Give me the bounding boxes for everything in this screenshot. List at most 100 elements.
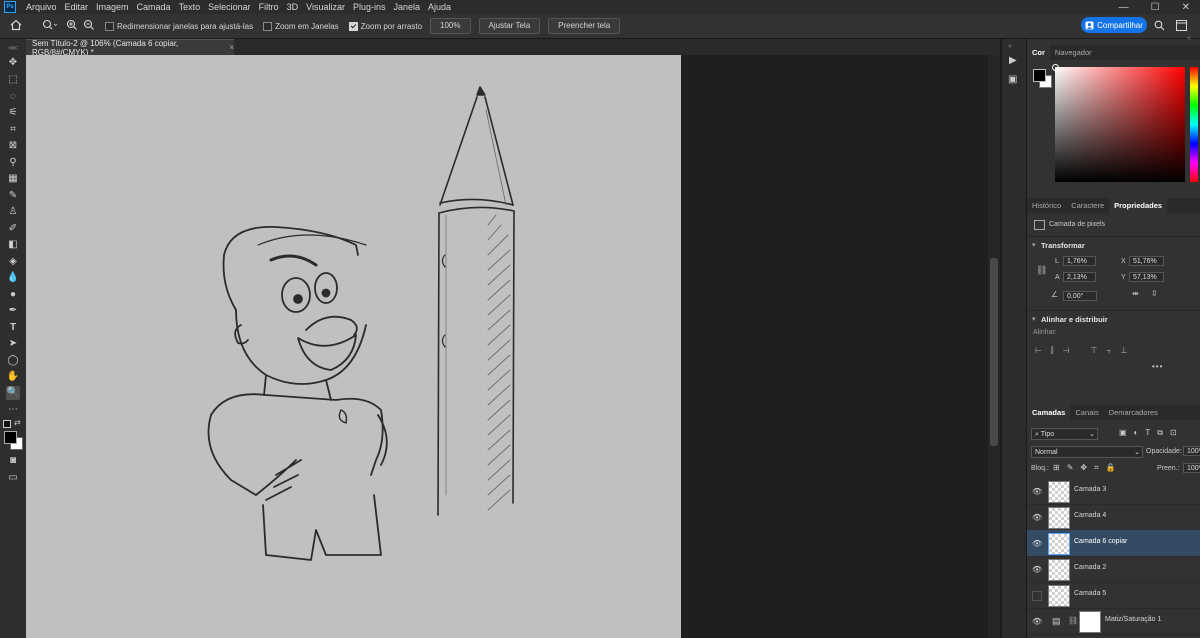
fill-screen-button[interactable]: Preencher tela	[548, 18, 621, 34]
menu-camada[interactable]: Camada	[133, 2, 175, 12]
visibility-eye-icon[interactable]: 👁	[1032, 617, 1042, 626]
document-canvas[interactable]	[26, 55, 681, 638]
document-tab[interactable]: Sem Título-2 @ 106% (Camada 6 copiar, RG…	[26, 39, 234, 57]
lock-image-icon[interactable]: ✎	[1067, 463, 1074, 473]
visibility-eye-icon[interactable]: 👁	[1032, 487, 1042, 496]
tab-character[interactable]: Caractere	[1066, 198, 1109, 213]
filter-type-icon[interactable]: T	[1145, 428, 1150, 438]
color-picker-handle[interactable]	[1052, 64, 1059, 71]
marquee-tool-icon[interactable]: ⬚	[6, 73, 20, 87]
zoom-100-button[interactable]: 100%	[430, 18, 471, 34]
layer-mask-thumbnail[interactable]	[1079, 611, 1101, 633]
filter-shape-icon[interactable]: ⧉	[1157, 428, 1163, 438]
foreground-color-chip[interactable]	[1033, 69, 1046, 82]
layer-row[interactable]: 👁 Camada 2	[1027, 556, 1200, 583]
visibility-eye-icon[interactable]: 👁	[1032, 565, 1042, 574]
lasso-tool-icon[interactable]: ◌	[6, 90, 20, 104]
comments-icon[interactable]: ▣	[1008, 74, 1017, 85]
height-field[interactable]: 2,13%	[1063, 272, 1096, 282]
layer-filter-select[interactable]: ⌕ Tipo ⌄	[1031, 428, 1098, 440]
blend-mode-select[interactable]: Normal ⌄	[1031, 446, 1143, 458]
layer-row[interactable]: 👁 Camada 4	[1027, 504, 1200, 531]
tab-color[interactable]: Cor	[1027, 45, 1050, 60]
fill-field[interactable]: 100%	[1183, 463, 1200, 473]
menu-editar[interactable]: Editar	[61, 2, 93, 12]
layer-row-selected[interactable]: 👁 Camada 6 copiar	[1027, 530, 1200, 557]
layer-row[interactable]: 👁 ▤ ⛓ Matiz/Saturação 1	[1027, 608, 1200, 635]
dodge-tool-icon[interactable]: ●	[6, 288, 20, 302]
paint-bucket-tool-icon[interactable]: ◈	[6, 255, 20, 269]
more-tools-icon[interactable]: ⋯	[6, 403, 20, 417]
maximize-button[interactable]: ☐	[1151, 2, 1160, 13]
clone-stamp-tool-icon[interactable]: ♙	[6, 205, 20, 219]
zoom-out-icon[interactable]	[83, 19, 95, 33]
layer-row[interactable]: Camada 5	[1027, 582, 1200, 609]
mask-link-icon[interactable]: ⛓	[1068, 616, 1078, 625]
screen-mode-icon[interactable]: ▭	[6, 471, 20, 485]
panel-collapse-icon[interactable]: «	[1187, 35, 1191, 42]
zoom-all-windows-checkbox[interactable]	[263, 21, 273, 31]
y-field[interactable]: 57,13%	[1129, 272, 1164, 282]
tab-history[interactable]: Histórico	[1027, 198, 1066, 213]
foreground-color-swatch[interactable]	[4, 431, 17, 444]
ellipse-tool-icon[interactable]: ◯	[6, 354, 20, 368]
hand-tool-icon[interactable]: ✋	[6, 370, 20, 384]
menu-janela[interactable]: Janela	[390, 2, 425, 12]
menu-arquivo[interactable]: Arquivo	[22, 2, 61, 12]
tab-properties[interactable]: Propriedades	[1109, 198, 1168, 213]
zoom-tool-icon[interactable]: 🔍	[6, 386, 20, 400]
share-button[interactable]: Compartilhar	[1081, 17, 1147, 33]
magic-wand-tool-icon[interactable]: ⚟	[6, 106, 20, 120]
history-brush-tool-icon[interactable]: ✐	[6, 222, 20, 236]
x-field[interactable]: 51,76%	[1129, 256, 1164, 266]
more-options-icon[interactable]: •••	[1152, 362, 1163, 371]
menu-ajuda[interactable]: Ajuda	[424, 2, 455, 12]
align-top-icon[interactable]: ⊤	[1091, 346, 1098, 356]
align-middle-v-icon[interactable]: ⫟	[1106, 346, 1111, 356]
align-center-h-icon[interactable]: ⫿	[1051, 346, 1054, 356]
menu-visualizar[interactable]: Visualizar	[302, 2, 349, 12]
menu-texto[interactable]: Texto	[175, 2, 205, 12]
flip-horizontal-icon[interactable]: ⇹	[1132, 289, 1139, 298]
menu-plugins[interactable]: Plug-ins	[349, 2, 390, 12]
menu-imagem[interactable]: Imagem	[92, 2, 133, 12]
menu-selecionar[interactable]: Selecionar	[204, 2, 255, 12]
close-window-button[interactable]: ✕	[1182, 2, 1190, 13]
collapse-panels-icon[interactable]: »	[1008, 43, 1012, 50]
flip-vertical-icon[interactable]: ⇳	[1151, 289, 1158, 298]
blur-tool-icon[interactable]: 💧	[6, 271, 20, 285]
lock-transparent-icon[interactable]: ⊞	[1053, 463, 1060, 473]
align-right-icon[interactable]: ⊣	[1063, 346, 1070, 356]
filter-pixel-icon[interactable]: ▣	[1119, 428, 1127, 438]
vertical-scrollbar-thumb[interactable]	[990, 258, 998, 446]
filter-smart-object-icon[interactable]: ⊡	[1170, 428, 1177, 438]
swap-colors-icon[interactable]: ⇄	[14, 418, 21, 427]
path-selection-tool-icon[interactable]: ➤	[6, 337, 20, 351]
lock-all-icon[interactable]: 🔒	[1106, 463, 1116, 473]
lock-position-icon[interactable]: ✥	[1080, 463, 1087, 473]
type-tool-icon[interactable]: T	[6, 321, 20, 335]
visibility-eye-icon[interactable]: 👁	[1032, 513, 1042, 522]
tab-paths[interactable]: Demarcadores	[1104, 405, 1163, 420]
play-action-icon[interactable]: ▶	[1009, 55, 1017, 66]
scrubby-zoom-option[interactable]: Zoom por arrasto	[348, 21, 422, 31]
toolbar-grip-icon[interactable]: ⋘	[6, 42, 20, 56]
scrubby-zoom-checkbox[interactable]	[348, 21, 358, 31]
healing-brush-tool-icon[interactable]: ▦	[6, 172, 20, 186]
resize-windows-checkbox[interactable]	[105, 21, 114, 31]
menu-3d[interactable]: 3D	[283, 2, 303, 12]
workspace-icon[interactable]	[1176, 20, 1187, 33]
pen-tool-icon[interactable]: ✒	[6, 304, 20, 318]
align-bottom-icon[interactable]: ⊥	[1120, 346, 1127, 356]
search-icon[interactable]	[1154, 20, 1165, 33]
width-field[interactable]: 1,76%	[1063, 256, 1096, 266]
tab-navigator[interactable]: Navegador	[1050, 45, 1097, 60]
angle-field[interactable]: 0,00°	[1063, 291, 1097, 301]
visibility-toggle-off[interactable]	[1032, 591, 1042, 601]
visibility-eye-icon[interactable]: 👁	[1032, 539, 1042, 548]
minimize-button[interactable]: —	[1119, 2, 1129, 13]
lock-artboard-icon[interactable]: ⌗	[1094, 463, 1099, 473]
zoom-tool-preset-icon[interactable]	[42, 19, 58, 33]
layer-row[interactable]: 👁 Camada 3	[1027, 478, 1200, 505]
filter-adjustment-icon[interactable]: ◐	[1134, 428, 1139, 438]
